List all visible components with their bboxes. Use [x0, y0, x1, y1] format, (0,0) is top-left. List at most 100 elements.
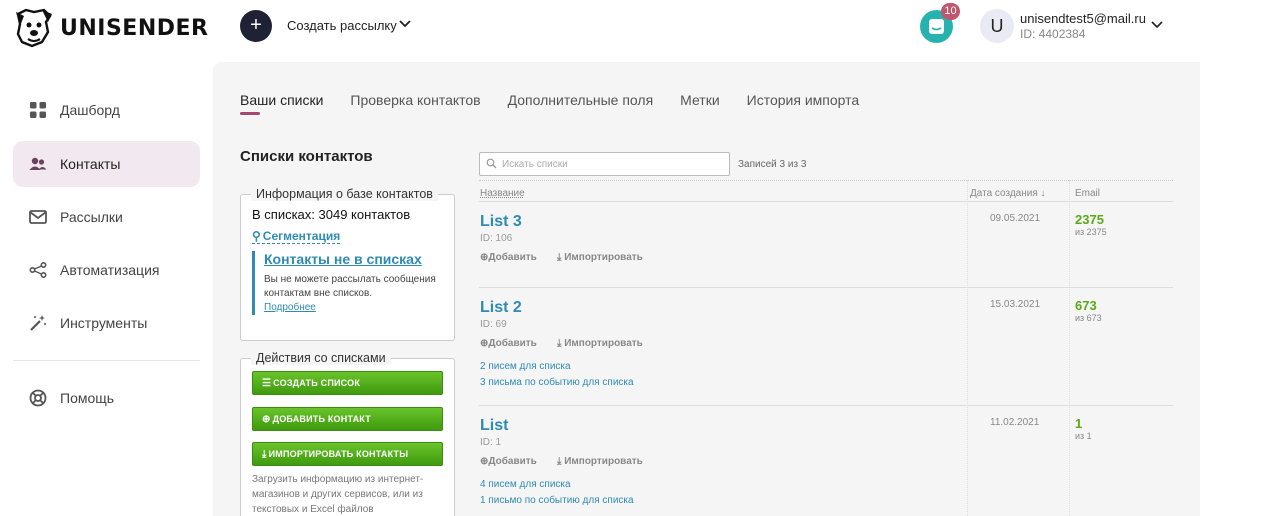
column-header-email[interactable]: Email: [1075, 188, 1100, 199]
sidebar-item-automation[interactable]: Автоматизация: [13, 247, 200, 293]
top-bar: UNISENDER + Создать рассылку 10 U unisen…: [0, 0, 1200, 62]
tab-tags[interactable]: Метки: [680, 92, 720, 108]
import-label: Импортировать: [564, 252, 643, 263]
list-id: ID: 106: [480, 233, 513, 244]
search-lists-field[interactable]: [479, 152, 730, 176]
plus-circle-icon: ⊕: [262, 414, 271, 425]
column-header-name[interactable]: Название: [480, 188, 525, 199]
dog-logo-icon: [16, 8, 52, 48]
column-separator: [967, 180, 968, 516]
sidebar-item-label: Помощь: [60, 390, 115, 406]
records-count: Записей 3 из 3: [738, 159, 807, 170]
logo-text: UNISENDER: [60, 15, 209, 41]
avatar[interactable]: U: [980, 9, 1014, 43]
notifications-badge: 10: [941, 3, 960, 20]
search-icon: [486, 158, 497, 169]
list-event-letters-link[interactable]: 1 письмо по событию для списка: [480, 495, 634, 506]
sidebar-item-dashboard[interactable]: Дашборд: [13, 87, 200, 133]
sidebar-item-label: Автоматизация: [60, 262, 160, 278]
not-in-lists-description: Вы не можете рассылать сообщения контакт…: [264, 273, 448, 315]
automation-icon: [29, 261, 47, 279]
column-header-date[interactable]: Дата создания ↓: [970, 188, 1046, 199]
add-contact-label: добавить контакт: [272, 414, 371, 424]
user-email[interactable]: unisendtest5@mail.ru: [1020, 11, 1146, 26]
search-icon: ⚲: [252, 229, 261, 243]
segmentation-link[interactable]: ⚲ Сегментация: [252, 229, 341, 244]
tools-icon: [30, 315, 46, 331]
dashboard-icon: [30, 102, 46, 118]
sidebar-item-label: Дашборд: [60, 102, 120, 118]
import-contacts-label: импортировать контакты: [268, 449, 409, 459]
create-list-button[interactable]: ☰ создать список: [252, 371, 443, 395]
add-to-list-button[interactable]: ⊕Добавить: [480, 456, 537, 467]
add-to-list-button[interactable]: ⊕Добавить: [480, 252, 537, 263]
sidebar: Дашборд Контакты Рассылки Автоматизация …: [0, 62, 213, 516]
sidebar-item-label: Инструменты: [60, 315, 148, 331]
email-count[interactable]: 1: [1075, 416, 1082, 431]
email-count[interactable]: 673: [1075, 298, 1097, 313]
row-divider: [479, 405, 1173, 406]
add-label: Добавить: [488, 338, 537, 349]
import-to-list-button[interactable]: ⤓ Импортировать: [557, 456, 643, 467]
not-in-lists-block: Контакты не в списках Вы не можете рассы…: [252, 251, 448, 315]
inbox-icon: [929, 19, 944, 34]
email-count[interactable]: 2375: [1075, 212, 1104, 227]
download-icon: ⤓: [262, 449, 267, 460]
contacts-count: В списках: 3049 контактов: [252, 207, 411, 222]
tab-your-lists[interactable]: Ваши списки: [240, 92, 323, 108]
sidebar-divider: [13, 360, 200, 361]
list-icon: ☰: [262, 378, 272, 389]
import-to-list-button[interactable]: ⤓ Импортировать: [557, 338, 643, 349]
search-input[interactable]: [502, 156, 722, 172]
add-contact-button[interactable]: ⊕ добавить контакт: [252, 407, 443, 431]
contacts-info-box: Информация о базе контактов В списках: 3…: [240, 187, 455, 341]
user-menu-chevron-icon[interactable]: [1151, 20, 1163, 30]
add-label: Добавить: [488, 456, 537, 467]
tab-contact-check[interactable]: Проверка контактов: [350, 92, 480, 108]
list-created-date: 09.05.2021: [990, 213, 1041, 224]
not-in-lists-link[interactable]: Контакты не в списках: [264, 251, 448, 267]
mailings-icon: [29, 210, 47, 224]
column-separator: [1069, 180, 1070, 516]
more-link[interactable]: Подробнее: [264, 302, 316, 313]
import-label: Импортировать: [564, 338, 643, 349]
user-id: ID: 4402384: [1020, 27, 1086, 41]
main-content: Ваши списки Проверка контактов Дополните…: [213, 62, 1200, 516]
sidebar-item-contacts[interactable]: Контакты: [13, 141, 200, 187]
import-contacts-button[interactable]: ⤓ импортировать контакты: [252, 442, 443, 466]
sidebar-item-label: Рассылки: [60, 209, 123, 225]
tab-extra-fields[interactable]: Дополнительные поля: [508, 92, 654, 108]
import-label: Импортировать: [564, 456, 643, 467]
list-name-link[interactable]: List 3: [480, 213, 522, 231]
create-mailing-button[interactable]: +: [240, 10, 272, 42]
import-to-list-button[interactable]: ⤓ Импортировать: [557, 252, 643, 263]
list-letters-link[interactable]: 4 писем для списка: [480, 479, 571, 490]
table-header-border: [479, 201, 1173, 202]
sidebar-item-help[interactable]: Помощь: [13, 375, 200, 421]
logo[interactable]: UNISENDER: [12, 8, 208, 48]
create-mailing-label[interactable]: Создать рассылку: [287, 18, 397, 33]
list-name-link[interactable]: List 2: [480, 299, 522, 317]
segmentation-label: Сегментация: [262, 229, 341, 243]
list-id: ID: 1: [480, 437, 502, 448]
plus-icon: +: [250, 14, 262, 36]
list-created-date: 15.03.2021: [990, 299, 1041, 310]
page-title: Списки контактов: [240, 148, 373, 165]
list-letters-link[interactable]: 2 писем для списка: [480, 361, 571, 372]
description-text: Вы не можете рассылать сообщения контакт…: [264, 274, 436, 299]
chevron-down-icon[interactable]: [399, 19, 411, 29]
sidebar-item-tools[interactable]: Инструменты: [13, 300, 200, 346]
tabs: Ваши списки Проверка контактов Дополните…: [240, 92, 886, 108]
info-box-legend: Информация о базе контактов: [251, 187, 438, 201]
list-event-letters-link[interactable]: 3 письма по событию для списка: [480, 377, 634, 388]
add-to-list-button[interactable]: ⊕Добавить: [480, 338, 537, 349]
sidebar-item-label: Контакты: [60, 156, 121, 172]
right-blank-area: [1200, 0, 1275, 516]
sidebar-item-mailings[interactable]: Рассылки: [13, 194, 200, 240]
tab-import-history[interactable]: История импорта: [747, 92, 860, 108]
list-actions-box: Действия со списками ☰ создать список ⊕ до…: [240, 351, 455, 516]
list-name-link[interactable]: List: [480, 417, 508, 435]
contacts-icon: [29, 157, 47, 170]
create-list-label: создать список: [273, 378, 361, 388]
active-tab-indicator: [240, 112, 260, 115]
